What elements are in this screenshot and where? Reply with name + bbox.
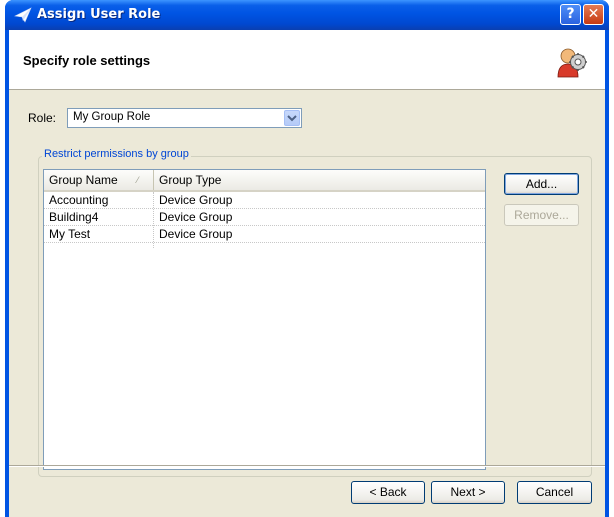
close-button[interactable]: ✕ <box>583 4 604 25</box>
column-header-group-name[interactable]: Group Name ⁄ <box>44 170 154 190</box>
groupbox-label: Restrict permissions by group <box>42 148 191 160</box>
table-row[interactable]: My Test Device Group <box>44 226 485 243</box>
column-header-group-type[interactable]: Group Type <box>154 170 485 190</box>
role-label: Role: <box>28 111 57 125</box>
wizard-arrow-icon <box>14 7 32 23</box>
group-name-cell: Building4 <box>49 210 99 224</box>
list-header: Group Name ⁄ Group Type <box>44 170 485 192</box>
role-dropdown[interactable]: My Group Role <box>67 108 302 128</box>
dialog-window: Assign User Role ? ✕ Specify role settin… <box>5 0 609 517</box>
group-type-cell: Device Group <box>159 227 233 241</box>
next-button[interactable]: Next > <box>431 481 505 504</box>
user-gear-icon <box>557 48 587 78</box>
footer-divider <box>9 465 605 467</box>
back-button[interactable]: < Back <box>351 481 425 504</box>
dialog-client-area: Specify role settings Role: My Group Rol… <box>9 30 605 517</box>
group-type-cell: Device Group <box>159 210 233 224</box>
sort-indicator-icon: ⁄ <box>137 175 139 185</box>
group-name-cell: My Test <box>49 227 91 241</box>
column-separator <box>153 192 154 248</box>
window-title: Assign User Role <box>37 7 161 22</box>
column-header-label: Group Type <box>159 173 222 187</box>
help-button[interactable]: ? <box>560 4 581 25</box>
group-type-cell: Device Group <box>159 193 233 207</box>
add-button[interactable]: Add... <box>504 173 579 195</box>
title-bar[interactable]: Assign User Role ? ✕ <box>5 0 609 30</box>
group-name-cell: Accounting <box>49 193 109 207</box>
group-list[interactable]: Group Name ⁄ Group Type Accounting Devic… <box>43 169 486 470</box>
role-selected-value: My Group Role <box>73 111 151 123</box>
column-header-label: Group Name <box>49 173 118 187</box>
dropdown-arrow-button[interactable] <box>284 110 300 126</box>
wizard-header: Specify role settings <box>9 30 605 90</box>
chevron-down-icon <box>287 115 297 122</box>
table-row[interactable]: Building4 Device Group <box>44 209 485 226</box>
page-title: Specify role settings <box>23 53 151 68</box>
table-row[interactable]: Accounting Device Group <box>44 192 485 209</box>
cancel-button[interactable]: Cancel <box>517 481 592 504</box>
remove-button[interactable]: Remove... <box>504 204 579 226</box>
